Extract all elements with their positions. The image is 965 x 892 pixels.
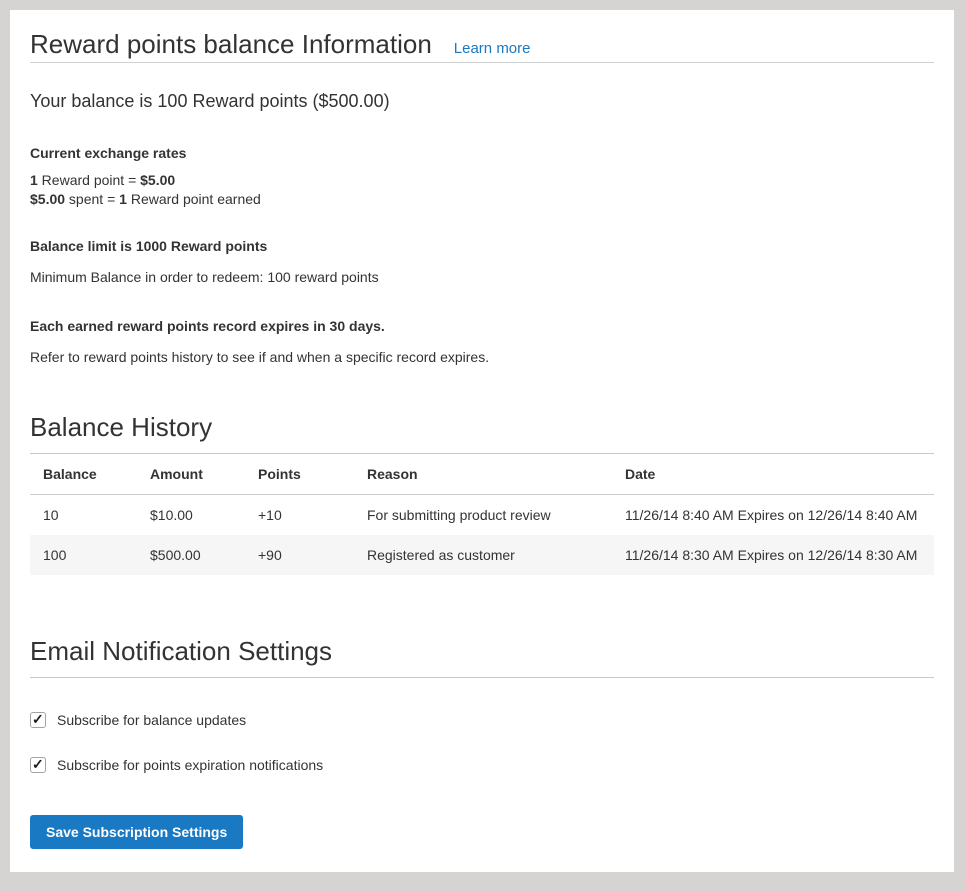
rate-currency-value: $5.00 <box>30 191 65 207</box>
cell-reason: Registered as customer <box>354 535 612 575</box>
table-row: 10 $10.00 +10 For submitting product rev… <box>30 495 934 536</box>
column-header-points: Points <box>245 454 354 495</box>
subscribe-balance-updates-row[interactable]: Subscribe for balance updates <box>30 712 246 728</box>
subscribe-balance-updates-label[interactable]: Subscribe for balance updates <box>57 712 246 728</box>
column-header-reason: Reason <box>354 454 612 495</box>
column-header-date: Date <box>612 454 934 495</box>
cell-date: 11/26/14 8:40 AM Expires on 12/26/14 8:4… <box>612 495 934 536</box>
cell-date: 11/26/14 8:30 AM Expires on 12/26/14 8:3… <box>612 535 934 575</box>
cell-amount: $10.00 <box>137 495 245 536</box>
expiry-rule-text: Each earned reward points record expires… <box>30 317 934 335</box>
exchange-rates-heading: Current exchange rates <box>30 144 934 162</box>
balance-summary: Your balance is 100 Reward points ($500.… <box>30 91 934 112</box>
rate-text: Reward point = <box>38 172 140 188</box>
cell-points: +90 <box>245 535 354 575</box>
subscribe-balance-updates-checkbox[interactable] <box>30 712 46 728</box>
subscribe-expiration-notifications-row[interactable]: Subscribe for points expiration notifica… <box>30 757 323 773</box>
page-title-block: Reward points balance Information Learn … <box>30 26 934 63</box>
cell-balance: 10 <box>30 495 137 536</box>
cell-reason: For submitting product review <box>354 495 612 536</box>
page-background: { "page": { "title": "Reward points bala… <box>0 10 965 892</box>
balance-history-heading: Balance History <box>30 409 934 454</box>
cell-points: +10 <box>245 495 354 536</box>
subscribe-expiration-notifications-label[interactable]: Subscribe for points expiration notifica… <box>57 757 323 773</box>
exchange-rate-line-2: $5.00 spent = 1 Reward point earned <box>30 190 934 209</box>
cell-balance: 100 <box>30 535 137 575</box>
cell-amount: $500.00 <box>137 535 245 575</box>
table-row: 100 $500.00 +90 Registered as customer 1… <box>30 535 934 575</box>
rate-currency-value: $5.00 <box>140 172 175 188</box>
rate-points-value: 1 <box>30 172 38 188</box>
balance-limit-text: Balance limit is 1000 Reward points <box>30 237 934 255</box>
save-subscription-settings-button[interactable]: Save Subscription Settings <box>30 815 243 849</box>
reward-points-panel: Reward points balance Information Learn … <box>10 10 954 872</box>
rate-points-value: 1 <box>119 191 127 207</box>
subscribe-expiration-notifications-checkbox[interactable] <box>30 757 46 773</box>
expiry-note-text: Refer to reward points history to see if… <box>30 348 934 367</box>
learn-more-link[interactable]: Learn more <box>454 40 531 57</box>
rate-text: spent = <box>65 191 119 207</box>
column-header-amount: Amount <box>137 454 245 495</box>
rate-text: Reward point earned <box>127 191 261 207</box>
email-notification-heading: Email Notification Settings <box>30 633 934 678</box>
page-title: Reward points balance Information <box>30 26 432 62</box>
exchange-rate-line-1: 1 Reward point = $5.00 <box>30 171 934 190</box>
column-header-balance: Balance <box>30 454 137 495</box>
balance-history-table: Balance Amount Points Reason Date 10 $10… <box>30 454 934 575</box>
minimum-balance-text: Minimum Balance in order to redeem: 100 … <box>30 268 934 287</box>
table-header-row: Balance Amount Points Reason Date <box>30 454 934 495</box>
